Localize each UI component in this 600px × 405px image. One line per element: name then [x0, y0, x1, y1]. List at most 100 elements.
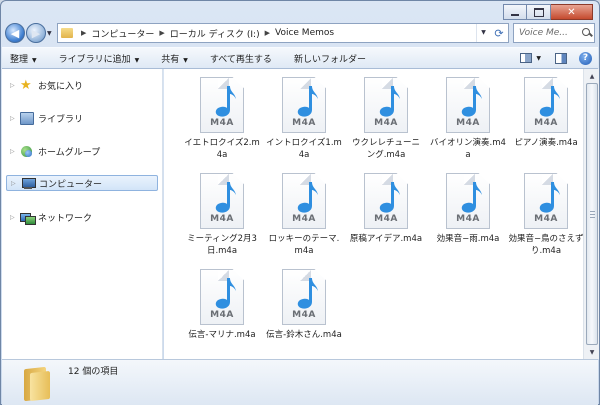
- scroll-down-arrow-icon[interactable]: ▼: [585, 345, 599, 359]
- organize-label: 整理: [10, 54, 29, 65]
- music-note-icon: [215, 182, 236, 213]
- breadcrumb-separator[interactable]: ▶: [159, 29, 164, 37]
- m4a-file-icon: M4A: [364, 173, 408, 229]
- refresh-icon[interactable]: ⟳: [490, 27, 508, 40]
- command-bar: 整理 ▼ ライブラリに追加 ▼ 共有 ▼ すべて再生する 新しいフォルダー ▼ ?: [2, 47, 598, 69]
- expand-arrow-icon[interactable]: ▷: [10, 148, 20, 155]
- grip-icon: [590, 211, 595, 218]
- preview-pane-icon[interactable]: [555, 52, 567, 64]
- nav-item-computer[interactable]: ▷ コンピューター: [6, 175, 158, 191]
- computer-icon: [21, 177, 36, 190]
- forward-button[interactable]: ▶: [26, 23, 46, 43]
- view-options-dropdown[interactable]: ▼: [536, 55, 541, 62]
- file-ext-label: M4A: [374, 214, 398, 224]
- music-note-icon: [215, 86, 236, 117]
- network-icon: [20, 211, 36, 225]
- search-input[interactable]: Voice Me...: [519, 28, 580, 38]
- file-name: イントロクイズ1.m4a: [266, 138, 342, 160]
- add-to-library-button[interactable]: ライブラリに追加 ▼: [59, 52, 140, 65]
- breadcrumb-separator[interactable]: ▶: [81, 29, 86, 37]
- item-count: 12 個の項目: [68, 367, 119, 377]
- file-item[interactable]: M4A ミーティング2月3日.m4a: [186, 173, 258, 263]
- chevron-down-icon: ▼: [183, 56, 188, 64]
- expand-arrow-icon[interactable]: ▷: [11, 180, 21, 187]
- scroll-up-arrow-icon[interactable]: ▲: [585, 69, 599, 83]
- file-item[interactable]: M4A バイオリン演奏.m4a: [430, 77, 506, 167]
- file-item[interactable]: M4A 伝言-鈴木さん.m4a: [266, 269, 342, 359]
- nav-item-network[interactable]: ▷ ネットワーク: [10, 209, 162, 225]
- chevron-down-icon: ▼: [32, 56, 37, 64]
- file-name: ウクレレチューニング.m4a: [351, 138, 420, 160]
- music-note-icon: [379, 86, 400, 117]
- share-label: 共有: [161, 54, 180, 65]
- search-icon[interactable]: [580, 26, 594, 40]
- m4a-file-icon: M4A: [446, 77, 490, 133]
- help-icon[interactable]: ?: [579, 51, 592, 65]
- breadcrumb-computer[interactable]: コンピューター: [91, 27, 154, 40]
- library-icon: [20, 111, 34, 125]
- back-button[interactable]: ◀: [5, 23, 25, 43]
- details-pane: 12 個の項目: [2, 359, 598, 405]
- file-ext-label: M4A: [534, 214, 558, 224]
- navigation-row: ◀ ▶ ▼ ▶ コンピューター ▶ ローカル ディスク (I:) ▶ Voice…: [5, 21, 595, 45]
- expand-arrow-icon[interactable]: ▷: [10, 82, 20, 89]
- m4a-file-icon: M4A: [282, 77, 326, 133]
- change-view-icon[interactable]: [520, 53, 533, 63]
- folder-icon: [24, 364, 52, 400]
- address-bar[interactable]: ▶ コンピューター ▶ ローカル ディスク (I:) ▶ Voice Memos…: [57, 23, 509, 43]
- file-ext-label: M4A: [210, 118, 234, 128]
- file-item[interactable]: M4A ウクレレチューニング.m4a: [350, 77, 422, 167]
- organize-button[interactable]: 整理 ▼: [10, 52, 37, 65]
- file-item[interactable]: M4A 効果音−鳥のさえずり.m4a: [508, 173, 584, 263]
- m4a-file-icon: M4A: [524, 77, 568, 133]
- vertical-scrollbar[interactable]: ▲ ▼: [583, 69, 599, 359]
- new-folder-button[interactable]: 新しいフォルダー: [294, 52, 366, 65]
- file-ext-label: M4A: [210, 310, 234, 320]
- chevron-down-icon: ▼: [134, 56, 140, 64]
- star-icon: ★: [20, 77, 32, 93]
- file-name: イエトロクイズ2.m4a: [184, 138, 260, 160]
- file-name: 伝言-鈴木さん.m4a: [266, 330, 342, 340]
- breadcrumb-separator[interactable]: ▶: [265, 29, 270, 37]
- folder-icon: [61, 28, 73, 38]
- music-note-icon: [297, 278, 318, 309]
- breadcrumb-local-disk[interactable]: ローカル ディスク (I:): [170, 27, 260, 40]
- m4a-file-icon: M4A: [200, 173, 244, 229]
- play-all-button[interactable]: すべて再生する: [210, 52, 272, 65]
- file-name: 効果音−雨.m4a: [436, 234, 500, 244]
- file-item[interactable]: M4A 原稿アイデア.m4a: [350, 173, 422, 263]
- file-item[interactable]: M4A イントロクイズ1.m4a: [266, 77, 342, 167]
- music-note-icon: [539, 86, 560, 117]
- file-list[interactable]: M4A イエトロクイズ2.m4a M4A イントロクイズ1.m4a M4A ウク…: [164, 69, 584, 359]
- scroll-thumb[interactable]: [586, 83, 598, 345]
- expand-arrow-icon[interactable]: ▷: [10, 115, 20, 122]
- minimize-button[interactable]: [503, 4, 527, 20]
- file-ext-label: M4A: [534, 118, 558, 128]
- music-note-icon: [461, 182, 482, 213]
- address-dropdown[interactable]: ▼: [476, 24, 490, 42]
- file-item[interactable]: M4A ピアノ演奏.m4a: [510, 77, 582, 167]
- nav-item-label: ネットワーク: [38, 213, 93, 224]
- recent-pages-dropdown[interactable]: ▼: [47, 30, 55, 37]
- maximize-button[interactable]: [527, 4, 551, 20]
- file-ext-label: M4A: [456, 118, 480, 128]
- nav-item-homegroup[interactable]: ▷ ホームグループ: [10, 143, 162, 159]
- close-button[interactable]: [551, 4, 593, 20]
- music-note-icon: [215, 278, 236, 309]
- m4a-file-icon: M4A: [282, 269, 326, 325]
- file-ext-label: M4A: [292, 118, 316, 128]
- m4a-file-icon: M4A: [524, 173, 568, 229]
- nav-item-libraries[interactable]: ▷ ライブラリ: [10, 110, 162, 126]
- breadcrumb-voice-memos[interactable]: Voice Memos: [275, 28, 334, 38]
- arrow-right-icon: ▶: [31, 26, 41, 40]
- file-ext-label: M4A: [292, 310, 316, 320]
- file-item[interactable]: M4A イエトロクイズ2.m4a: [184, 77, 260, 167]
- file-item[interactable]: M4A 効果音−雨.m4a: [432, 173, 504, 263]
- search-box[interactable]: Voice Me...: [513, 23, 595, 43]
- expand-arrow-icon[interactable]: ▷: [10, 214, 20, 221]
- file-item[interactable]: M4A ロッキーのテーマ.m4a: [268, 173, 340, 263]
- file-item[interactable]: M4A 伝言-マリナ.m4a: [186, 269, 258, 359]
- share-button[interactable]: 共有 ▼: [161, 52, 188, 65]
- music-note-icon: [379, 182, 400, 213]
- nav-item-favorites[interactable]: ▷ ★ お気に入り: [10, 77, 162, 93]
